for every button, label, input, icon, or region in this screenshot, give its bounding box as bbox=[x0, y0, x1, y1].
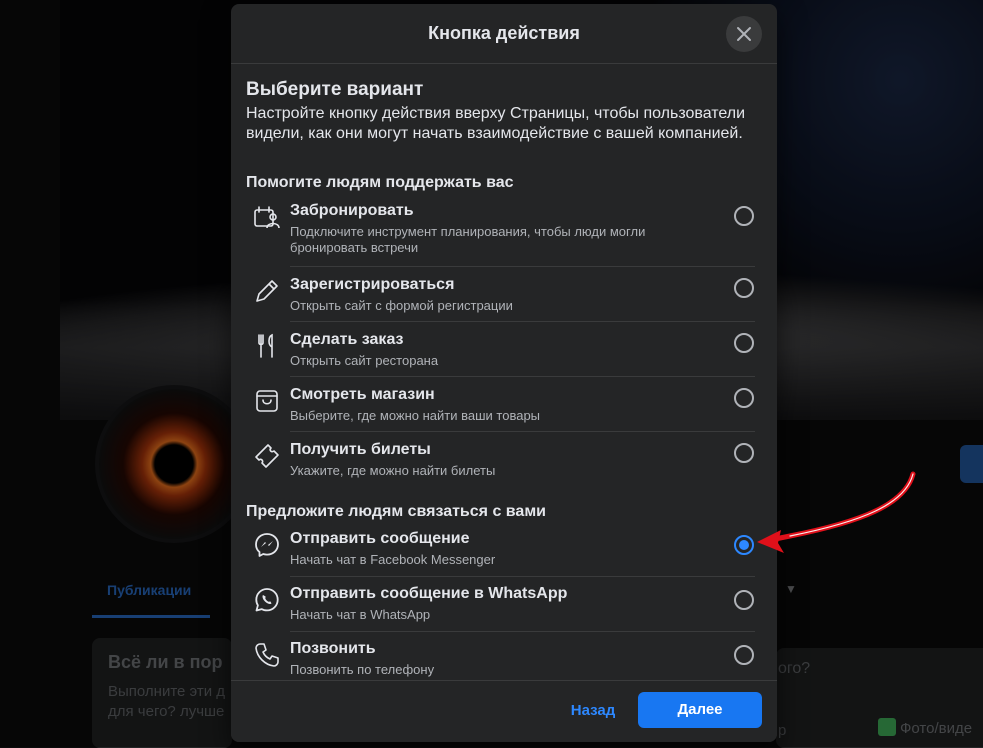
option-label: Зарегистрироваться bbox=[290, 276, 455, 293]
option-tickets[interactable]: Получить билеты Укажите, где можно найти… bbox=[246, 441, 754, 487]
radio-whatsapp[interactable] bbox=[734, 590, 754, 610]
option-label: Отправить сообщение bbox=[290, 530, 470, 547]
option-label: Получить билеты bbox=[290, 441, 431, 458]
action-button-dialog: Кнопка действия Выберите вариант Настрой… bbox=[231, 4, 777, 742]
divider bbox=[290, 321, 755, 322]
option-description: Выберите, где можно найти ваши товары bbox=[290, 408, 541, 423]
option-label: Сделать заказ bbox=[290, 331, 404, 348]
divider bbox=[290, 266, 755, 267]
option-label: Отправить сообщение в WhatsApp bbox=[290, 585, 568, 602]
option-description: Начать чат в WhatsApp bbox=[290, 607, 431, 622]
option-register[interactable]: Зарегистрироваться Открыть сайт с формой… bbox=[246, 276, 754, 322]
radio-call[interactable] bbox=[734, 645, 754, 665]
radio-book[interactable] bbox=[734, 206, 754, 226]
choose-option-heading: Выберите вариант bbox=[246, 79, 424, 100]
option-shop[interactable]: Смотреть магазин Выберите, где можно най… bbox=[246, 386, 754, 432]
fork-knife-icon bbox=[258, 333, 273, 358]
option-send-message[interactable]: Отправить сообщение Начать чат в Faceboo… bbox=[246, 530, 754, 576]
radio-register[interactable] bbox=[734, 278, 754, 298]
option-order[interactable]: Сделать заказ Открыть сайт ресторана bbox=[246, 331, 754, 377]
choose-option-description: Настройте кнопку действия вверху Страниц… bbox=[246, 105, 746, 142]
next-button[interactable]: Далее bbox=[638, 692, 762, 728]
option-label: Позвонить bbox=[290, 640, 376, 657]
calendar-person-icon bbox=[254, 206, 280, 229]
radio-order[interactable] bbox=[734, 333, 754, 353]
close-icon bbox=[737, 27, 751, 41]
dialog-body[interactable]: Выберите вариант Настройте кнопку действ… bbox=[231, 64, 777, 680]
back-button[interactable]: Назад bbox=[557, 699, 629, 723]
pencil-icon bbox=[256, 280, 278, 302]
option-description: Укажите, где можно найти билеты bbox=[290, 463, 496, 478]
radio-tickets[interactable] bbox=[734, 443, 754, 463]
option-whatsapp[interactable]: Отправить сообщение в WhatsApp Начать ча… bbox=[246, 585, 754, 631]
group-title-contact: Предложите людям связаться с вами bbox=[246, 503, 546, 520]
divider bbox=[290, 576, 755, 577]
option-description: Открыть сайт с формой регистрации bbox=[290, 298, 513, 313]
radio-send-message[interactable] bbox=[734, 535, 754, 555]
option-call[interactable]: Позвонить Позвонить по телефону bbox=[246, 640, 754, 680]
phone-icon bbox=[255, 643, 279, 667]
divider bbox=[290, 376, 755, 377]
messenger-icon bbox=[255, 533, 279, 557]
close-button[interactable] bbox=[726, 16, 762, 52]
group-title-support: Помогите людям поддержать вас bbox=[246, 174, 514, 191]
option-description: Открыть сайт ресторана bbox=[290, 353, 439, 368]
shopping-bag-icon bbox=[256, 390, 278, 412]
dialog-header: Кнопка действия bbox=[231, 4, 777, 64]
divider bbox=[290, 431, 755, 432]
divider bbox=[290, 631, 755, 632]
option-label: Забронировать bbox=[290, 202, 414, 219]
whatsapp-icon bbox=[255, 588, 279, 612]
option-label: Смотреть магазин bbox=[290, 386, 435, 403]
option-book[interactable]: Забронировать Подключите инструмент план… bbox=[246, 202, 754, 262]
option-description: Позвонить по телефону bbox=[290, 662, 435, 677]
dialog-title: Кнопка действия bbox=[428, 23, 580, 43]
radio-shop[interactable] bbox=[734, 388, 754, 408]
dialog-footer: Назад Далее bbox=[231, 680, 777, 742]
option-description: Начать чат в Facebook Messenger bbox=[290, 552, 496, 567]
ticket-icon bbox=[255, 444, 279, 468]
option-description: Подключите инструмент планирования, чтоб… bbox=[290, 224, 646, 255]
